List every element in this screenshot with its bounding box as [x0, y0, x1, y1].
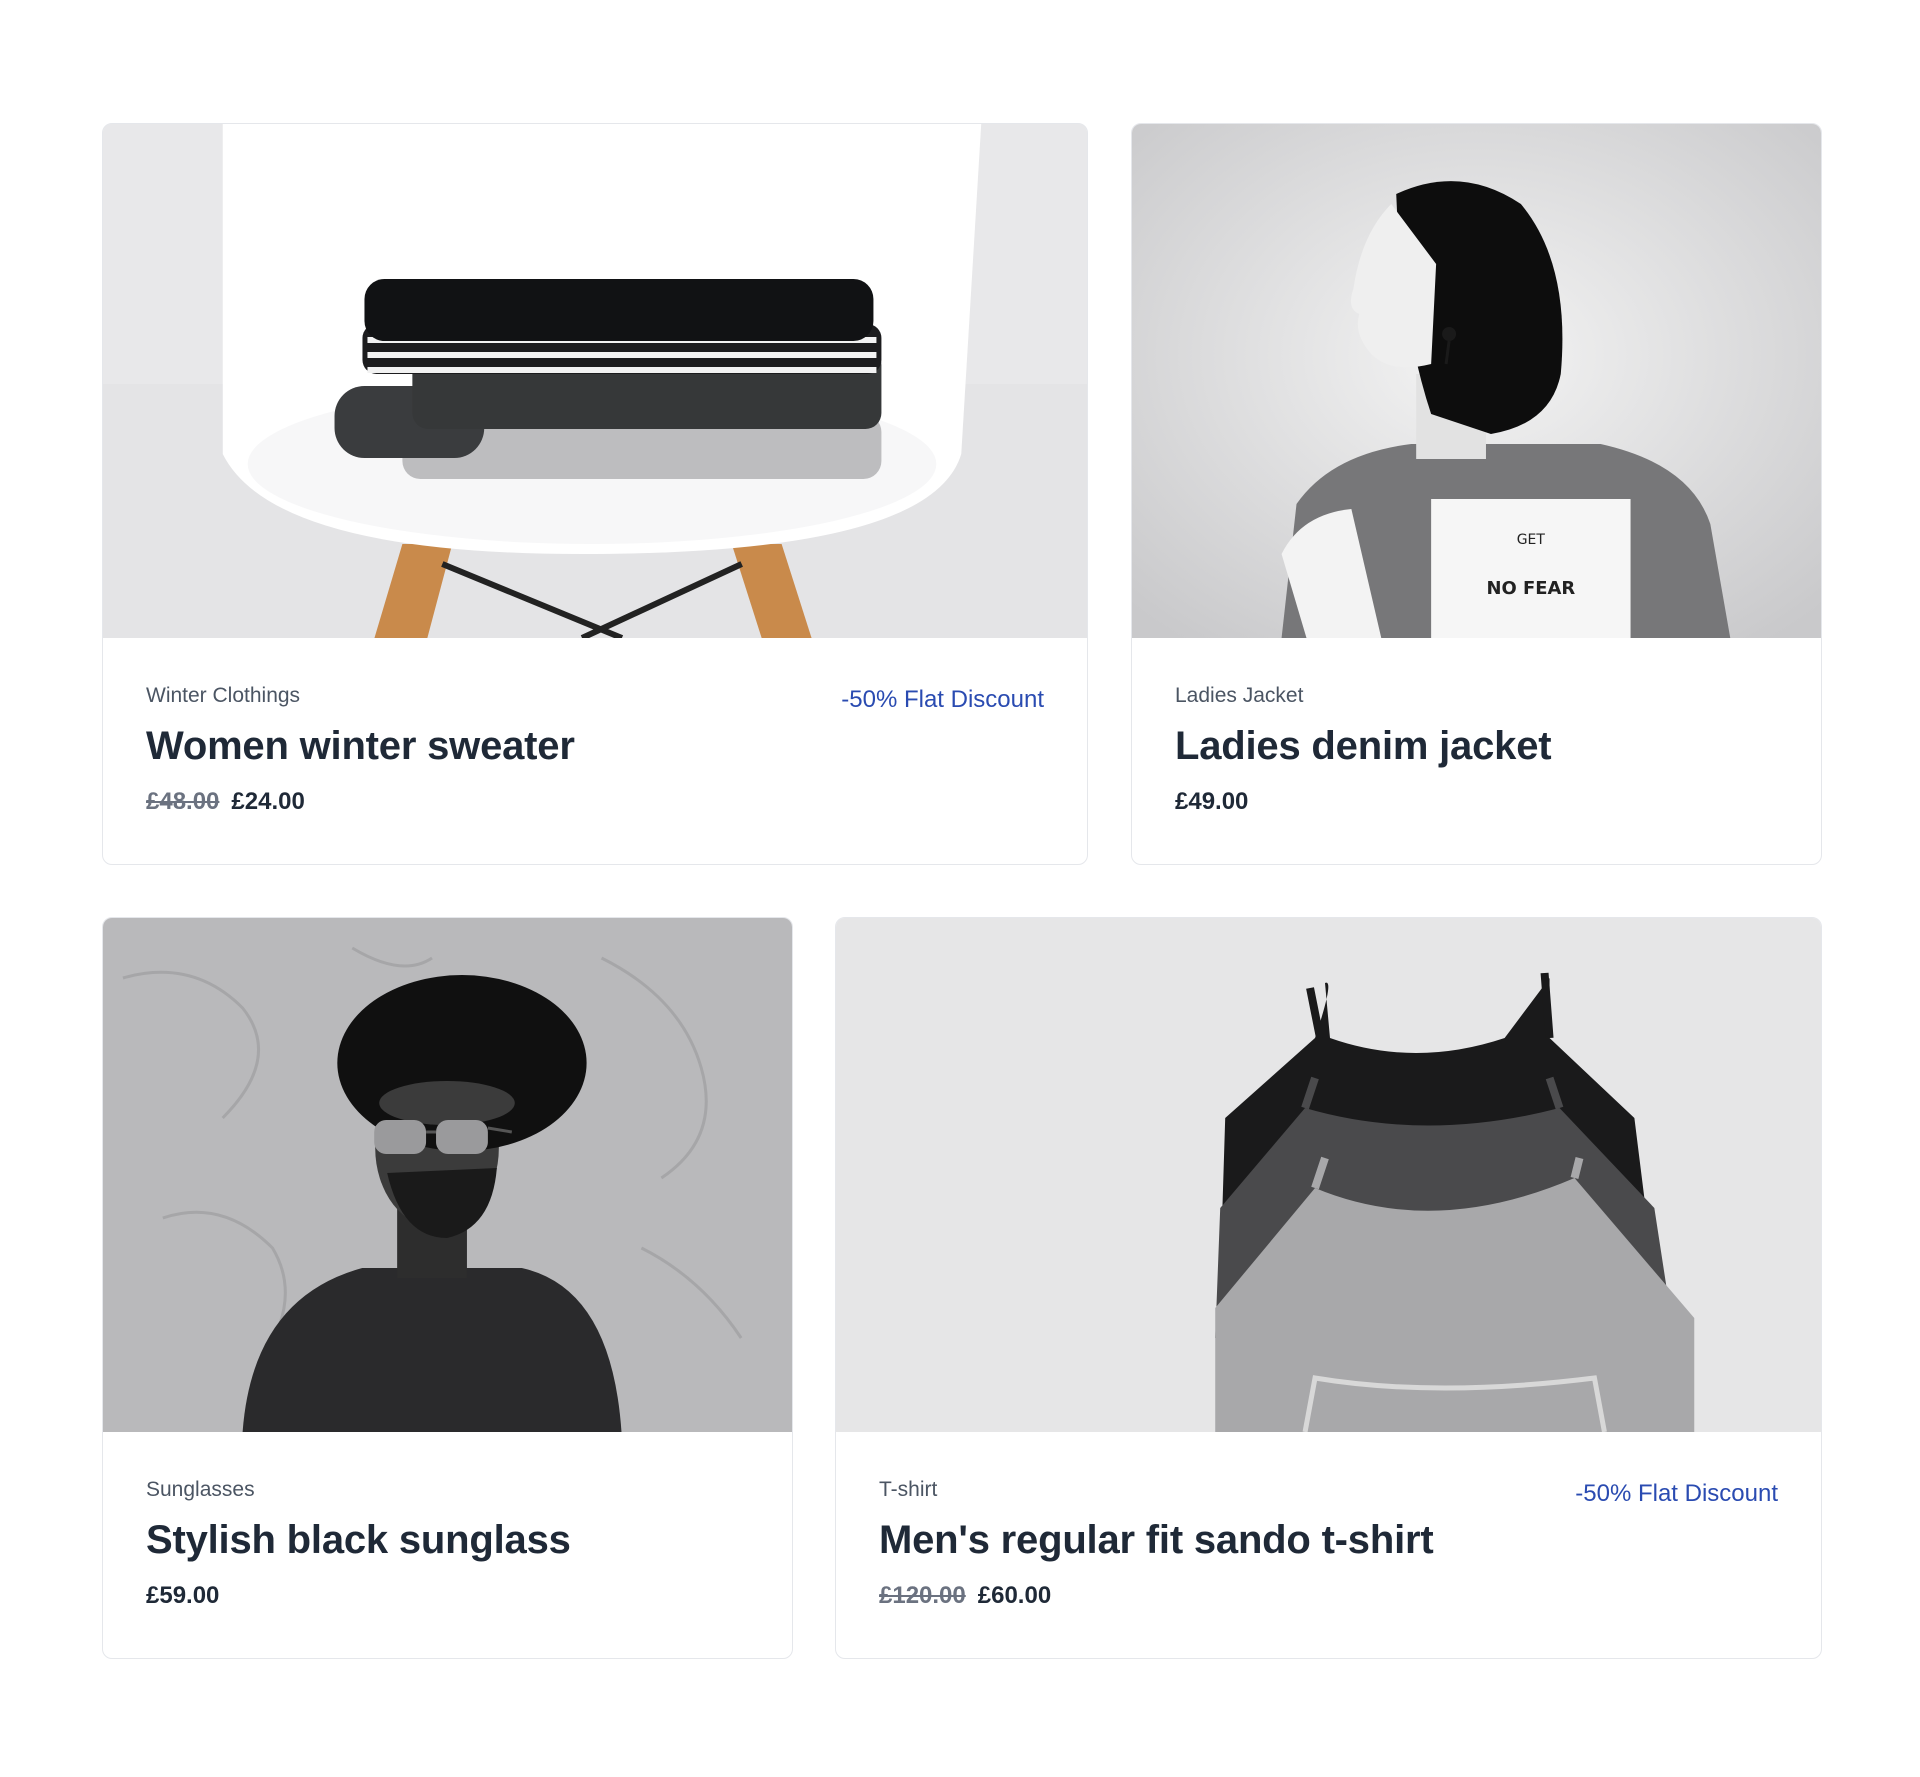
folded-clothes-on-chair-image	[103, 124, 1087, 638]
product-card[interactable]: Winter Clothings -50% Flat Discount Wome…	[102, 123, 1088, 865]
man-with-sunglasses-image	[103, 918, 792, 1432]
product-title[interactable]: Women winter sweater	[146, 724, 575, 769]
product-price: £120.00 £60.00	[879, 1582, 1051, 1610]
product-title[interactable]: Men's regular fit sando t-shirt	[879, 1518, 1434, 1563]
product-image[interactable]	[103, 124, 1087, 638]
product-card[interactable]: GET NO FEAR Ladies Jacket Ladies denim j…	[1131, 123, 1822, 865]
original-price: £120.00	[879, 1582, 966, 1609]
product-card[interactable]: T-shirt -50% Flat Discount Men's regular…	[835, 917, 1822, 1659]
sando-tshirts-image	[836, 918, 1821, 1432]
original-price: £48.00	[146, 788, 220, 815]
sale-price: £24.00	[231, 788, 305, 815]
svg-text:NO FEAR: NO FEAR	[1486, 578, 1575, 599]
product-price: £59.00	[146, 1582, 219, 1610]
product-price: £49.00	[1175, 788, 1248, 816]
discount-badge: -50% Flat Discount	[841, 686, 1044, 713]
product-category: T-shirt	[879, 1478, 938, 1501]
woman-denim-jacket-image: GET NO FEAR	[1132, 124, 1821, 638]
sale-price: £60.00	[977, 1582, 1052, 1609]
svg-text:GET: GET	[1517, 532, 1546, 548]
product-category: Ladies Jacket	[1175, 684, 1304, 707]
sale-price: £49.00	[1175, 788, 1249, 815]
sale-price: £59.00	[146, 1582, 220, 1609]
product-price: £48.00 £24.00	[146, 788, 305, 816]
discount-badge: -50% Flat Discount	[1575, 1480, 1778, 1507]
product-card[interactable]: Sunglasses Stylish black sunglass £59.00	[102, 917, 793, 1659]
product-category: Sunglasses	[146, 1478, 255, 1501]
product-image[interactable]: GET NO FEAR	[1132, 124, 1821, 638]
product-title[interactable]: Stylish black sunglass	[146, 1518, 571, 1563]
product-image[interactable]	[103, 918, 792, 1432]
product-category: Winter Clothings	[146, 684, 301, 707]
product-image[interactable]	[836, 918, 1821, 1432]
product-title[interactable]: Ladies denim jacket	[1175, 724, 1552, 769]
